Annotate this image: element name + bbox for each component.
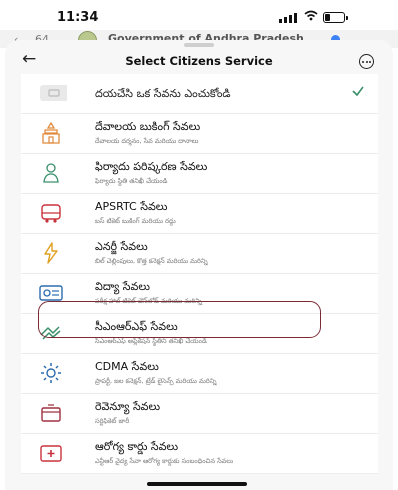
placeholder-text: దయచేసి ఒక సేవను ఎంచుకోండి (95, 87, 231, 100)
service-item-grievance[interactable]: ఫిర్యాదు పరిష్కరణ సేవలు ఫిర్యాదు స్థితి … (21, 154, 378, 194)
service-subtitle: సర్టిఫికెట్ జారీ (95, 417, 130, 425)
check-icon (352, 86, 364, 97)
service-picker-sheet: ← Select Citizens Service దయచేసి ఒక సేవన… (5, 40, 393, 490)
more-options-icon[interactable] (359, 54, 374, 69)
service-subtitle: ప్రాపర్టీ, జల కనెక్షన్, ట్రేడ్ లైసెన్స్ … (95, 377, 217, 385)
status-time: 11:34 (57, 10, 99, 25)
bus-icon (41, 204, 61, 223)
home-indicator[interactable] (147, 482, 247, 486)
service-title: విద్యా సేవలు (95, 280, 150, 293)
service-title: రెవెన్యూ సేవలు (95, 400, 161, 413)
wifi-icon (304, 10, 318, 21)
empty-selection-icon (40, 85, 67, 101)
sheet-title: Select Citizens Service (125, 54, 273, 68)
cellular-signal-icon (279, 13, 297, 23)
service-list: దయచేసి ఒక సేవను ఎంచుకోండి దేవాలయ బుకింగ్… (21, 74, 378, 474)
service-item-cdma[interactable]: CDMA సేవలు ప్రాపర్టీ, జల కనెక్షన్, ట్రేడ… (21, 354, 378, 394)
service-title: ఎనర్జీ సేవలు (95, 240, 148, 253)
service-subtitle: సీఎంఆర్ఎఫ్ అప్లికేషన్ స్థితిని తనిఖీ చేయ… (95, 337, 207, 345)
service-title: ఫిర్యాదు పరిష్కరణ సేవలు (95, 160, 208, 173)
service-placeholder-row[interactable]: దయచేసి ఒక సేవను ఎంచుకోండి (21, 74, 378, 114)
revenue-icon (41, 404, 61, 422)
grievance-icon (43, 163, 59, 183)
service-title: APSRTC సేవలు (95, 200, 168, 213)
service-item-apsrtc[interactable]: APSRTC సేవలు బస్ టికెట్ బుకింగ్ మరియు రద… (21, 194, 378, 234)
service-item-energy[interactable]: ఎనర్జీ సేవలు బిల్ చెల్లింపులు, కొత్త కనె… (21, 234, 378, 274)
service-subtitle: బిల్ చెల్లింపులు, కొత్త కనెక్షన్ మరియు మ… (95, 257, 208, 265)
service-item-revenue[interactable]: రెవెన్యూ సేవలు సర్టిఫికెట్ జారీ (21, 394, 378, 434)
service-subtitle: బస్ టికెట్ బుకింగ్ మరియు రద్దు (95, 217, 176, 225)
service-subtitle: ఫిర్యాదు స్థితి తనిఖీ చేయండి (95, 177, 168, 185)
cdma-icon (41, 363, 61, 383)
temple-icon (42, 122, 60, 144)
service-item-health-card[interactable]: ఆరోగ్య కార్డు సేవలు ఎన్టీఆర్ వైద్య సేవా … (21, 434, 378, 474)
sheet-grabber[interactable] (184, 43, 214, 47)
service-item-temple[interactable]: దేవాలయ బుకింగ్ సేవలు దేవాలయ దర్శనం, సేవ … (21, 114, 378, 154)
sheet-header: ← Select Citizens Service (5, 48, 393, 76)
service-title: దేవాలయ బుకింగ్ సేవలు (95, 120, 201, 133)
health-card-icon (40, 445, 62, 462)
service-title: CDMA సేవలు (95, 360, 159, 373)
service-subtitle: దేవాలయ దర్శనం, సేవ మరియు దానాలు (95, 137, 199, 145)
energy-icon (44, 242, 58, 264)
service-subtitle: ఎన్టీఆర్ వైద్య సేవా ఆరోగ్య కార్డుకు సంబం… (95, 457, 234, 465)
battery-icon (323, 12, 348, 23)
selection-highlight (38, 301, 321, 338)
service-title: ఆరోగ్య కార్డు సేవలు (95, 440, 179, 453)
